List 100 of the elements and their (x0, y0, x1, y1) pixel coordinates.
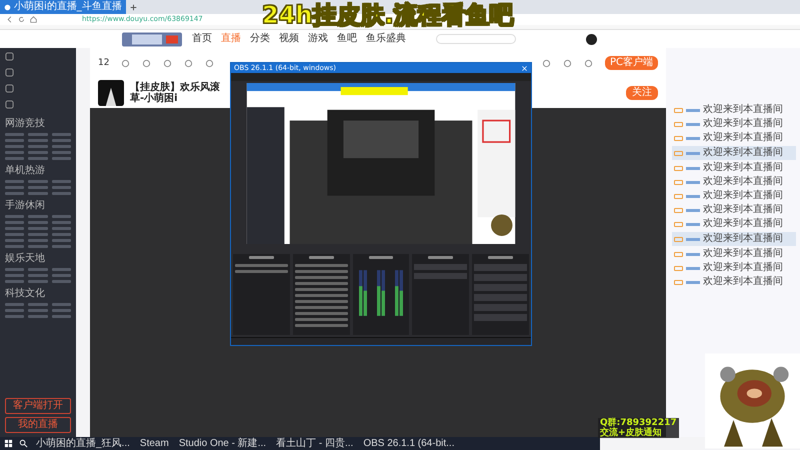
blurred-username[interactable] (686, 122, 700, 126)
blurred-username[interactable] (686, 222, 700, 226)
blurred-link[interactable] (52, 280, 71, 283)
blurred-link[interactable] (5, 145, 24, 148)
browser-tab[interactable]: 小萌困i的直播_斗鱼直播 (0, 0, 126, 14)
blurred-link[interactable] (52, 192, 71, 195)
blurred-link[interactable] (52, 268, 71, 271)
blurred-username[interactable] (686, 194, 700, 198)
blurred-link[interactable] (5, 215, 24, 218)
blurred-link[interactable] (28, 215, 48, 218)
nav-link[interactable]: 首页 (192, 33, 212, 45)
tool-icon[interactable] (205, 58, 214, 68)
blurred-link[interactable] (5, 157, 24, 160)
blurred-link[interactable] (52, 233, 71, 236)
blurred-link[interactable] (28, 303, 48, 306)
taskbar-item[interactable]: Studio One - 新建... (176, 438, 268, 450)
blurred-link[interactable] (28, 268, 48, 271)
blurred-username[interactable] (686, 280, 700, 284)
blurred-link[interactable] (28, 157, 48, 160)
blurred-username[interactable] (686, 180, 700, 184)
blurred-link[interactable] (5, 227, 24, 230)
taskbar-item[interactable]: Steam (138, 438, 171, 450)
blurred-item[interactable] (294, 288, 348, 291)
blurred-link[interactable] (52, 151, 71, 154)
blurred-link[interactable] (52, 227, 71, 230)
close-icon[interactable] (521, 64, 528, 72)
blurred-link[interactable] (52, 274, 71, 277)
tool-icon[interactable] (584, 58, 593, 68)
blurred-link[interactable] (5, 139, 24, 142)
blurred-link[interactable] (52, 180, 71, 183)
blurred-link[interactable] (5, 309, 24, 312)
search-field[interactable] (436, 34, 516, 44)
blurred-link[interactable] (28, 233, 48, 236)
blurred-item[interactable] (294, 264, 348, 267)
blurred-item[interactable] (294, 300, 348, 303)
sidebar-button[interactable]: 客户端打开 (5, 398, 71, 414)
blurred-link[interactable] (52, 315, 71, 318)
blurred-link[interactable] (5, 268, 24, 271)
blurred-link[interactable] (52, 215, 71, 218)
blurred-link[interactable] (28, 315, 48, 318)
blurred-link[interactable] (28, 186, 48, 189)
blurred-username[interactable] (686, 166, 700, 170)
taskbar-item[interactable]: OBS 26.1.1 (64-bit... (361, 438, 456, 450)
blurred-link[interactable] (52, 303, 71, 306)
blurred-link[interactable] (28, 274, 48, 277)
blurred-link[interactable] (28, 239, 48, 242)
back-icon[interactable] (6, 16, 13, 23)
blurred-username[interactable] (686, 266, 700, 270)
tool-icon[interactable] (142, 58, 152, 68)
tool-icon[interactable] (163, 58, 172, 68)
blurred-link[interactable] (52, 239, 71, 242)
tool-icon[interactable] (121, 58, 130, 68)
blurred-field[interactable] (414, 264, 468, 270)
blurred-link[interactable] (5, 315, 24, 318)
blurred-link[interactable] (28, 227, 48, 230)
start-icon[interactable] (4, 439, 13, 448)
blurred-item[interactable] (294, 270, 348, 273)
blurred-link[interactable] (28, 245, 48, 248)
nav-link[interactable]: 视频 (279, 33, 299, 45)
tool-icon[interactable] (184, 58, 194, 68)
blurred-link[interactable] (5, 221, 24, 224)
nav-link[interactable]: 鱼乐盛典 (366, 33, 406, 45)
reload-icon[interactable] (18, 16, 25, 23)
blurred-link[interactable] (5, 245, 24, 248)
blurred-link[interactable] (28, 133, 48, 136)
blurred-link[interactable] (28, 309, 48, 312)
search-icon[interactable] (19, 439, 28, 448)
blurred-username[interactable] (686, 108, 700, 112)
blurred-link[interactable] (28, 145, 48, 148)
blurred-link[interactable] (28, 192, 48, 195)
blurred-link[interactable] (52, 145, 71, 148)
blurred-link[interactable] (52, 133, 71, 136)
blurred-link[interactable] (28, 180, 48, 183)
new-tab-icon[interactable] (130, 4, 137, 10)
blurred-link[interactable] (5, 303, 24, 306)
blurred-link[interactable] (52, 186, 71, 189)
blurred-item[interactable] (294, 306, 348, 309)
nav-link[interactable]: 分类 (250, 33, 270, 45)
blurred-field[interactable] (414, 273, 468, 279)
tool-icon[interactable] (562, 58, 572, 68)
blurred-item[interactable] (294, 324, 348, 327)
blurred-username[interactable] (686, 136, 700, 140)
blurred-link[interactable] (28, 280, 48, 283)
blurred-link[interactable] (5, 180, 24, 183)
sidebar-button[interactable]: 我的直播 (5, 417, 71, 433)
blurred-link[interactable] (28, 139, 48, 142)
taskbar-item[interactable]: 看土山丁 - 四贵... (274, 438, 356, 450)
blurred-link[interactable] (5, 151, 24, 154)
blurred-link[interactable] (5, 133, 24, 136)
blurred-link[interactable] (5, 233, 24, 236)
tool-icon[interactable] (542, 58, 551, 68)
blurred-item[interactable] (294, 294, 348, 297)
nav-link[interactable]: 游戏 (308, 33, 328, 45)
home-icon[interactable] (30, 16, 37, 23)
blurred-item[interactable] (294, 282, 348, 285)
nav-link[interactable]: 鱼吧 (337, 33, 357, 45)
taskbar-item[interactable]: 小萌困的直播_狂风... (34, 438, 132, 450)
blurred-link[interactable] (5, 280, 24, 283)
blurred-link[interactable] (28, 221, 48, 224)
blurred-link[interactable] (5, 192, 24, 195)
